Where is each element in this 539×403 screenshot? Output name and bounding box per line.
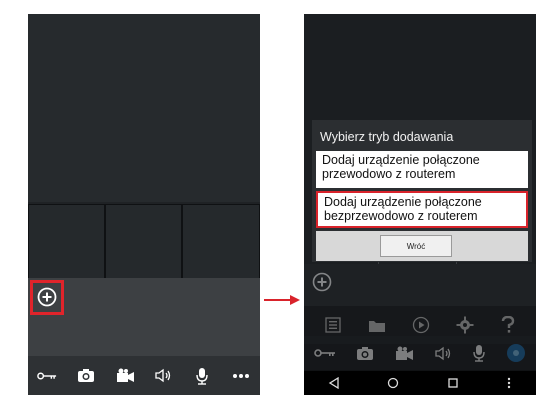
control-panel [304, 264, 536, 306]
video-cell[interactable] [105, 204, 182, 288]
folder-icon[interactable] [368, 318, 386, 333]
key-icon[interactable] [37, 366, 57, 386]
settings-icon[interactable] [456, 316, 474, 334]
back-button[interactable]: Wróć [380, 235, 452, 257]
main-video-view[interactable] [28, 14, 260, 202]
bottom-toolbar [28, 356, 260, 395]
android-nav-bar [304, 371, 536, 395]
help-icon[interactable] [501, 316, 515, 334]
video-cell[interactable] [182, 204, 260, 288]
add-device-button[interactable] [37, 287, 57, 312]
more-icon[interactable] [231, 366, 251, 386]
key-icon[interactable] [314, 348, 336, 358]
speaker-icon[interactable] [153, 366, 173, 386]
arrow-right-icon [264, 293, 300, 305]
camera-icon[interactable] [356, 346, 374, 361]
ptz-icon[interactable] [506, 343, 526, 363]
back-icon[interactable] [328, 377, 340, 389]
menu-icon[interactable] [506, 377, 512, 389]
option-wired[interactable]: Dodaj urządzenie połączone przewodowo z … [316, 151, 528, 188]
video-cell[interactable] [28, 204, 105, 288]
right-phone-screen: Wybierz tryb dodawania Dodaj urządzenie … [304, 14, 536, 395]
video-camera-icon[interactable] [115, 366, 135, 386]
playback-icon[interactable] [412, 316, 430, 334]
microphone-icon[interactable] [192, 366, 212, 386]
dialog-title: Wybierz tryb dodawania [320, 130, 454, 144]
list-icon[interactable] [325, 317, 341, 333]
dialog-footer: Wróć [316, 231, 528, 261]
microphone-icon[interactable] [472, 344, 486, 362]
left-phone-screen [28, 14, 260, 395]
camera-icon[interactable] [76, 366, 96, 386]
add-circle-icon[interactable] [312, 272, 332, 292]
add-circle-icon [37, 287, 57, 307]
home-icon[interactable] [387, 377, 399, 389]
speaker-icon[interactable] [434, 346, 452, 361]
add-mode-dialog: Wybierz tryb dodawania Dodaj urządzenie … [312, 120, 532, 262]
option-wireless[interactable]: Dodaj urządzenie połączone bezprzewodowo… [316, 191, 528, 228]
bottom-toolbar [304, 336, 536, 370]
recents-icon[interactable] [447, 377, 459, 389]
video-camera-icon[interactable] [394, 346, 414, 361]
